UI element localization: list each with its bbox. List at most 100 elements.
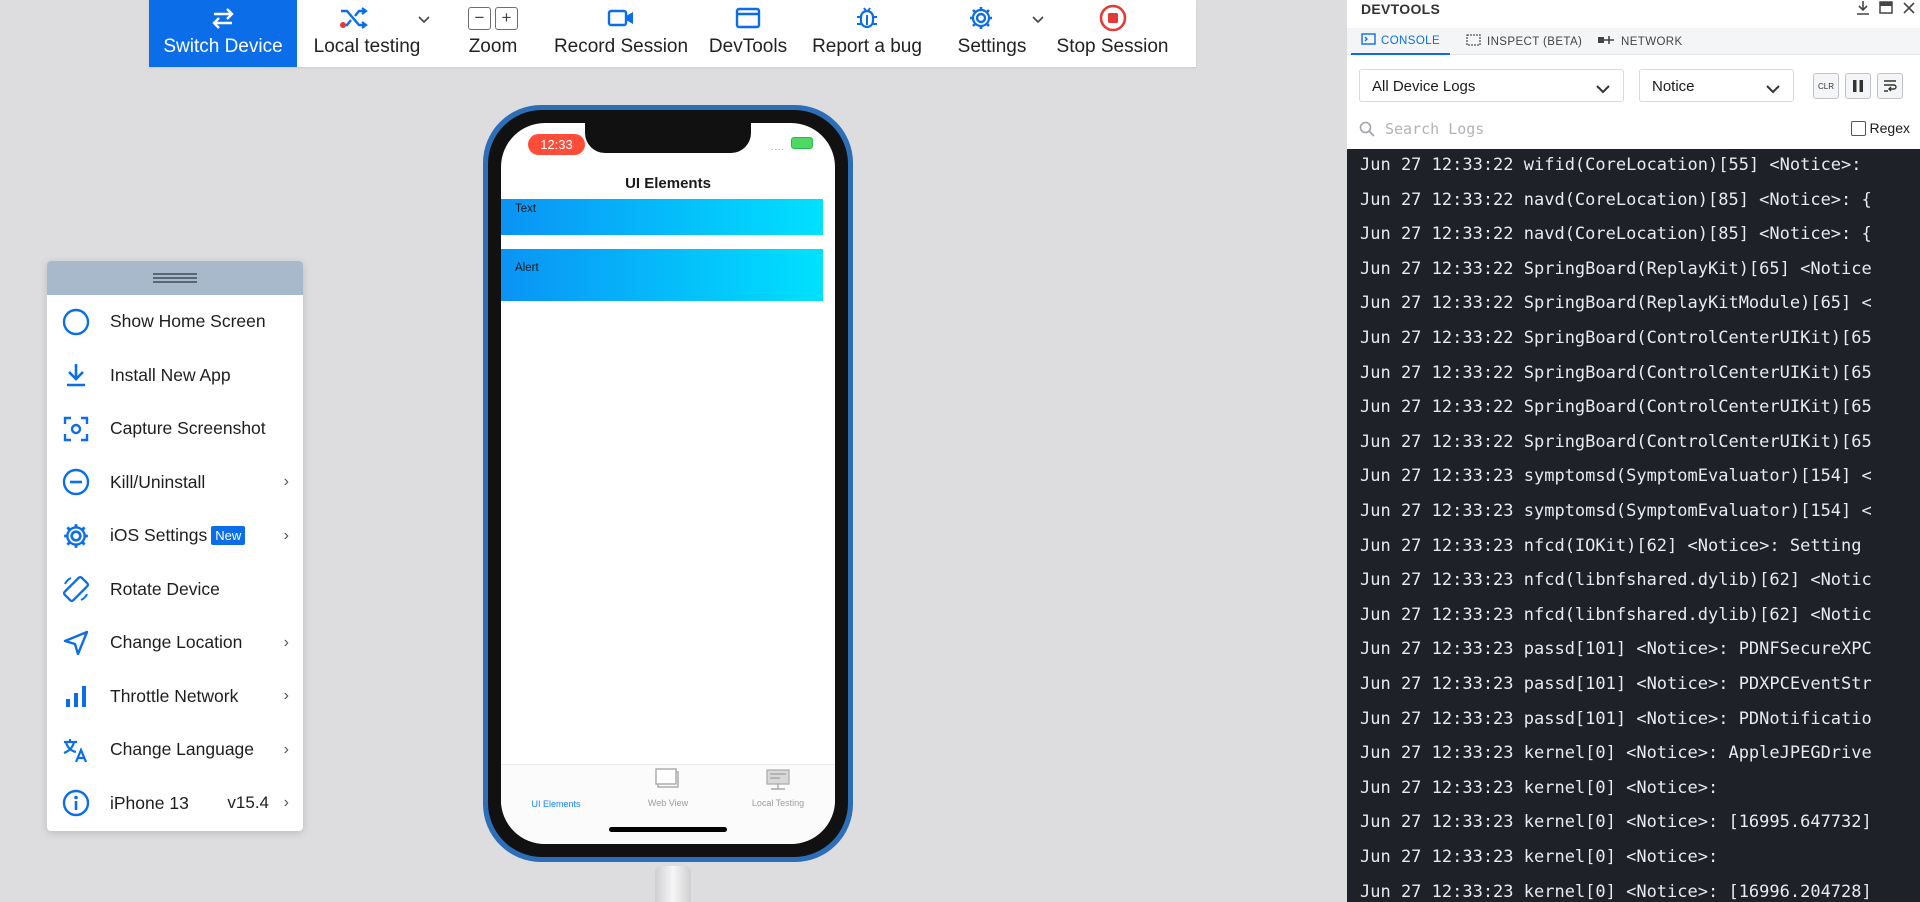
wrap-lines-button[interactable] [1877,73,1903,99]
tab-console[interactable]: CONSOLE [1351,28,1451,55]
log-line: Jun 27 12:33:22 SpringBoard(ControlCente… [1360,362,1872,383]
translate-icon [61,735,91,765]
log-line: Jun 27 12:33:22 SpringBoard(ControlCente… [1360,397,1872,418]
switch-device-button[interactable]: Switch Device [149,0,297,67]
regex-checkbox[interactable] [1850,120,1866,136]
home-indicator[interactable] [609,827,727,832]
log-line: Jun 27 12:33:22 SpringBoard(ReplayKit)[6… [1360,258,1872,279]
zoom-in-button[interactable]: + [495,6,518,30]
os-version: v15.4 [227,793,269,813]
record-session-label: Record Session [553,36,689,57]
tab-web-view[interactable]: Web View [613,768,723,808]
device-quick-menu: Show Home Screen Install New App Capture… [47,261,303,831]
settings-label: Settings [957,36,1027,57]
alert-row[interactable]: Alert [501,249,823,301]
dock-icon[interactable] [1879,0,1893,21]
log-line: Jun 27 12:33:22 SpringBoard(ReplayKitMod… [1360,293,1872,314]
report-bug-button[interactable]: Report a bug [803,0,931,67]
rotate-device-item[interactable]: Rotate Device [47,563,303,617]
minus-circle-icon [61,467,91,497]
regex-toggle[interactable]: Regex [1850,120,1910,136]
log-line: Jun 27 12:33:23 passd[101] <Notice>: PDX… [1360,674,1872,694]
ios-settings-item[interactable]: iOS Settings New › [47,509,303,563]
tab-local-testing[interactable]: Local Testing [723,768,833,808]
pause-logs-button[interactable] [1845,73,1871,99]
device-screen[interactable]: 12:33 .... UI Elements Text Alert UI Ele… [501,123,835,844]
close-icon[interactable] [1902,0,1916,21]
menu-item-label: Install New App [110,364,231,385]
capture-screenshot-item[interactable]: Capture Screenshot [47,402,303,456]
tab-label: NETWORK [1621,35,1683,48]
devtools-title: DEVTOOLS [1361,1,1441,17]
zoom-buttons: − + [463,5,523,31]
chevron-down-icon[interactable] [417,10,431,24]
location-arrow-icon [61,628,91,658]
console-icon [1361,33,1376,48]
gear-icon [61,521,91,551]
menu-item-label: Show Home Screen [110,311,266,332]
log-search-bar: Regex [1347,110,1920,148]
log-source-value: All Device Logs [1372,78,1476,95]
log-console[interactable]: Jun 27 12:33:22 wifid(CoreLocation)[55] … [1347,149,1920,902]
local-testing-button[interactable]: Local testing [297,0,437,67]
tab-ui-elements[interactable]: UI Elements [501,791,611,809]
log-line: Jun 27 12:33:22 SpringBoard(ControlCente… [1360,431,1872,452]
chevron-right-icon: › [283,526,289,544]
menu-item-label: Throttle Network [110,685,239,706]
tab-label: Web View [647,798,689,808]
text-row[interactable]: Text [501,199,823,235]
devtools-button[interactable]: DevTools [693,0,803,67]
tab-network[interactable]: NETWORK [1591,28,1689,55]
log-line: Jun 27 12:33:23 kernel[0] <Notice>: [169… [1360,812,1872,833]
log-source-select[interactable]: All Device Logs [1359,69,1624,102]
top-toolbar: Switch Device Local testing − + Zoom Rec… [149,0,1196,67]
kill-uninstall-item[interactable]: Kill/Uninstall › [47,456,303,510]
show-home-screen-item[interactable]: Show Home Screen [47,295,303,349]
log-line: Jun 27 12:33:23 nfcd(libnfshared.dylib)[… [1360,604,1872,625]
log-line: Jun 27 12:33:22 SpringBoard(ControlCente… [1360,328,1872,348]
search-icon [1359,121,1375,142]
change-language-item[interactable]: Change Language › [47,723,303,777]
download-icon[interactable] [1856,0,1870,21]
settings-button[interactable]: Settings [931,0,1053,67]
chevron-down-icon[interactable] [1031,10,1045,24]
tab-inspect[interactable]: INSPECT (BETA) [1460,28,1588,55]
stop-icon [1098,4,1128,32]
info-icon [61,788,91,818]
shuffle-icon [339,5,369,31]
tab-label: CONSOLE [1381,34,1441,47]
stop-session-label: Stop Session [1056,36,1169,57]
window-icon [733,5,763,31]
install-new-app-item[interactable]: Install New App [47,349,303,403]
device-info-item[interactable]: iPhone 13 v15.4 › [47,777,303,831]
log-level-select[interactable]: Notice [1639,69,1794,102]
row-label: Text [515,203,537,215]
tab-label: UI Elements [531,799,581,809]
log-line: Jun 27 12:33:23 symptomsd(SymptomEvaluat… [1360,501,1872,521]
throttle-network-item[interactable]: Throttle Network › [47,670,303,724]
log-line: Jun 27 12:33:23 nfcd(IOKit)[62] <Notice>… [1360,535,1862,556]
menu-item-label: Change Location [110,632,243,653]
chevron-right-icon: › [283,740,289,758]
log-line: Jun 27 12:33:23 nfcd(libnfshared.dylib)[… [1360,570,1872,591]
bug-icon [852,5,882,31]
stop-session-button[interactable]: Stop Session [1053,0,1172,67]
log-line: Jun 27 12:33:22 navd(CoreLocation)[85] <… [1360,189,1872,210]
clear-logs-button[interactable]: CLR [1813,73,1839,99]
notch [585,123,751,153]
change-location-item[interactable]: Change Location › [47,616,303,670]
drag-handle[interactable] [47,261,303,295]
zoom-control: − + Zoom [437,0,549,67]
search-logs-input[interactable] [1385,117,1785,141]
lightning-cable [655,866,691,902]
tab-label: INSPECT (BETA) [1487,35,1583,48]
window-controls [1856,0,1916,21]
menu-item-label: iOS Settings [110,525,208,546]
log-line: Jun 27 12:33:23 kernel[0] <Notice>: [1360,847,1719,867]
log-line: Jun 27 12:33:23 kernel[0] <Notice>: [169… [1360,881,1872,902]
log-line: Jun 27 12:33:23 kernel[0] <Notice>: Appl… [1360,743,1872,764]
signal-bars-icon [61,681,91,711]
zoom-out-button[interactable]: − [468,6,491,30]
chevron-down-icon [1765,81,1781,98]
record-session-button[interactable]: Record Session [549,0,693,67]
